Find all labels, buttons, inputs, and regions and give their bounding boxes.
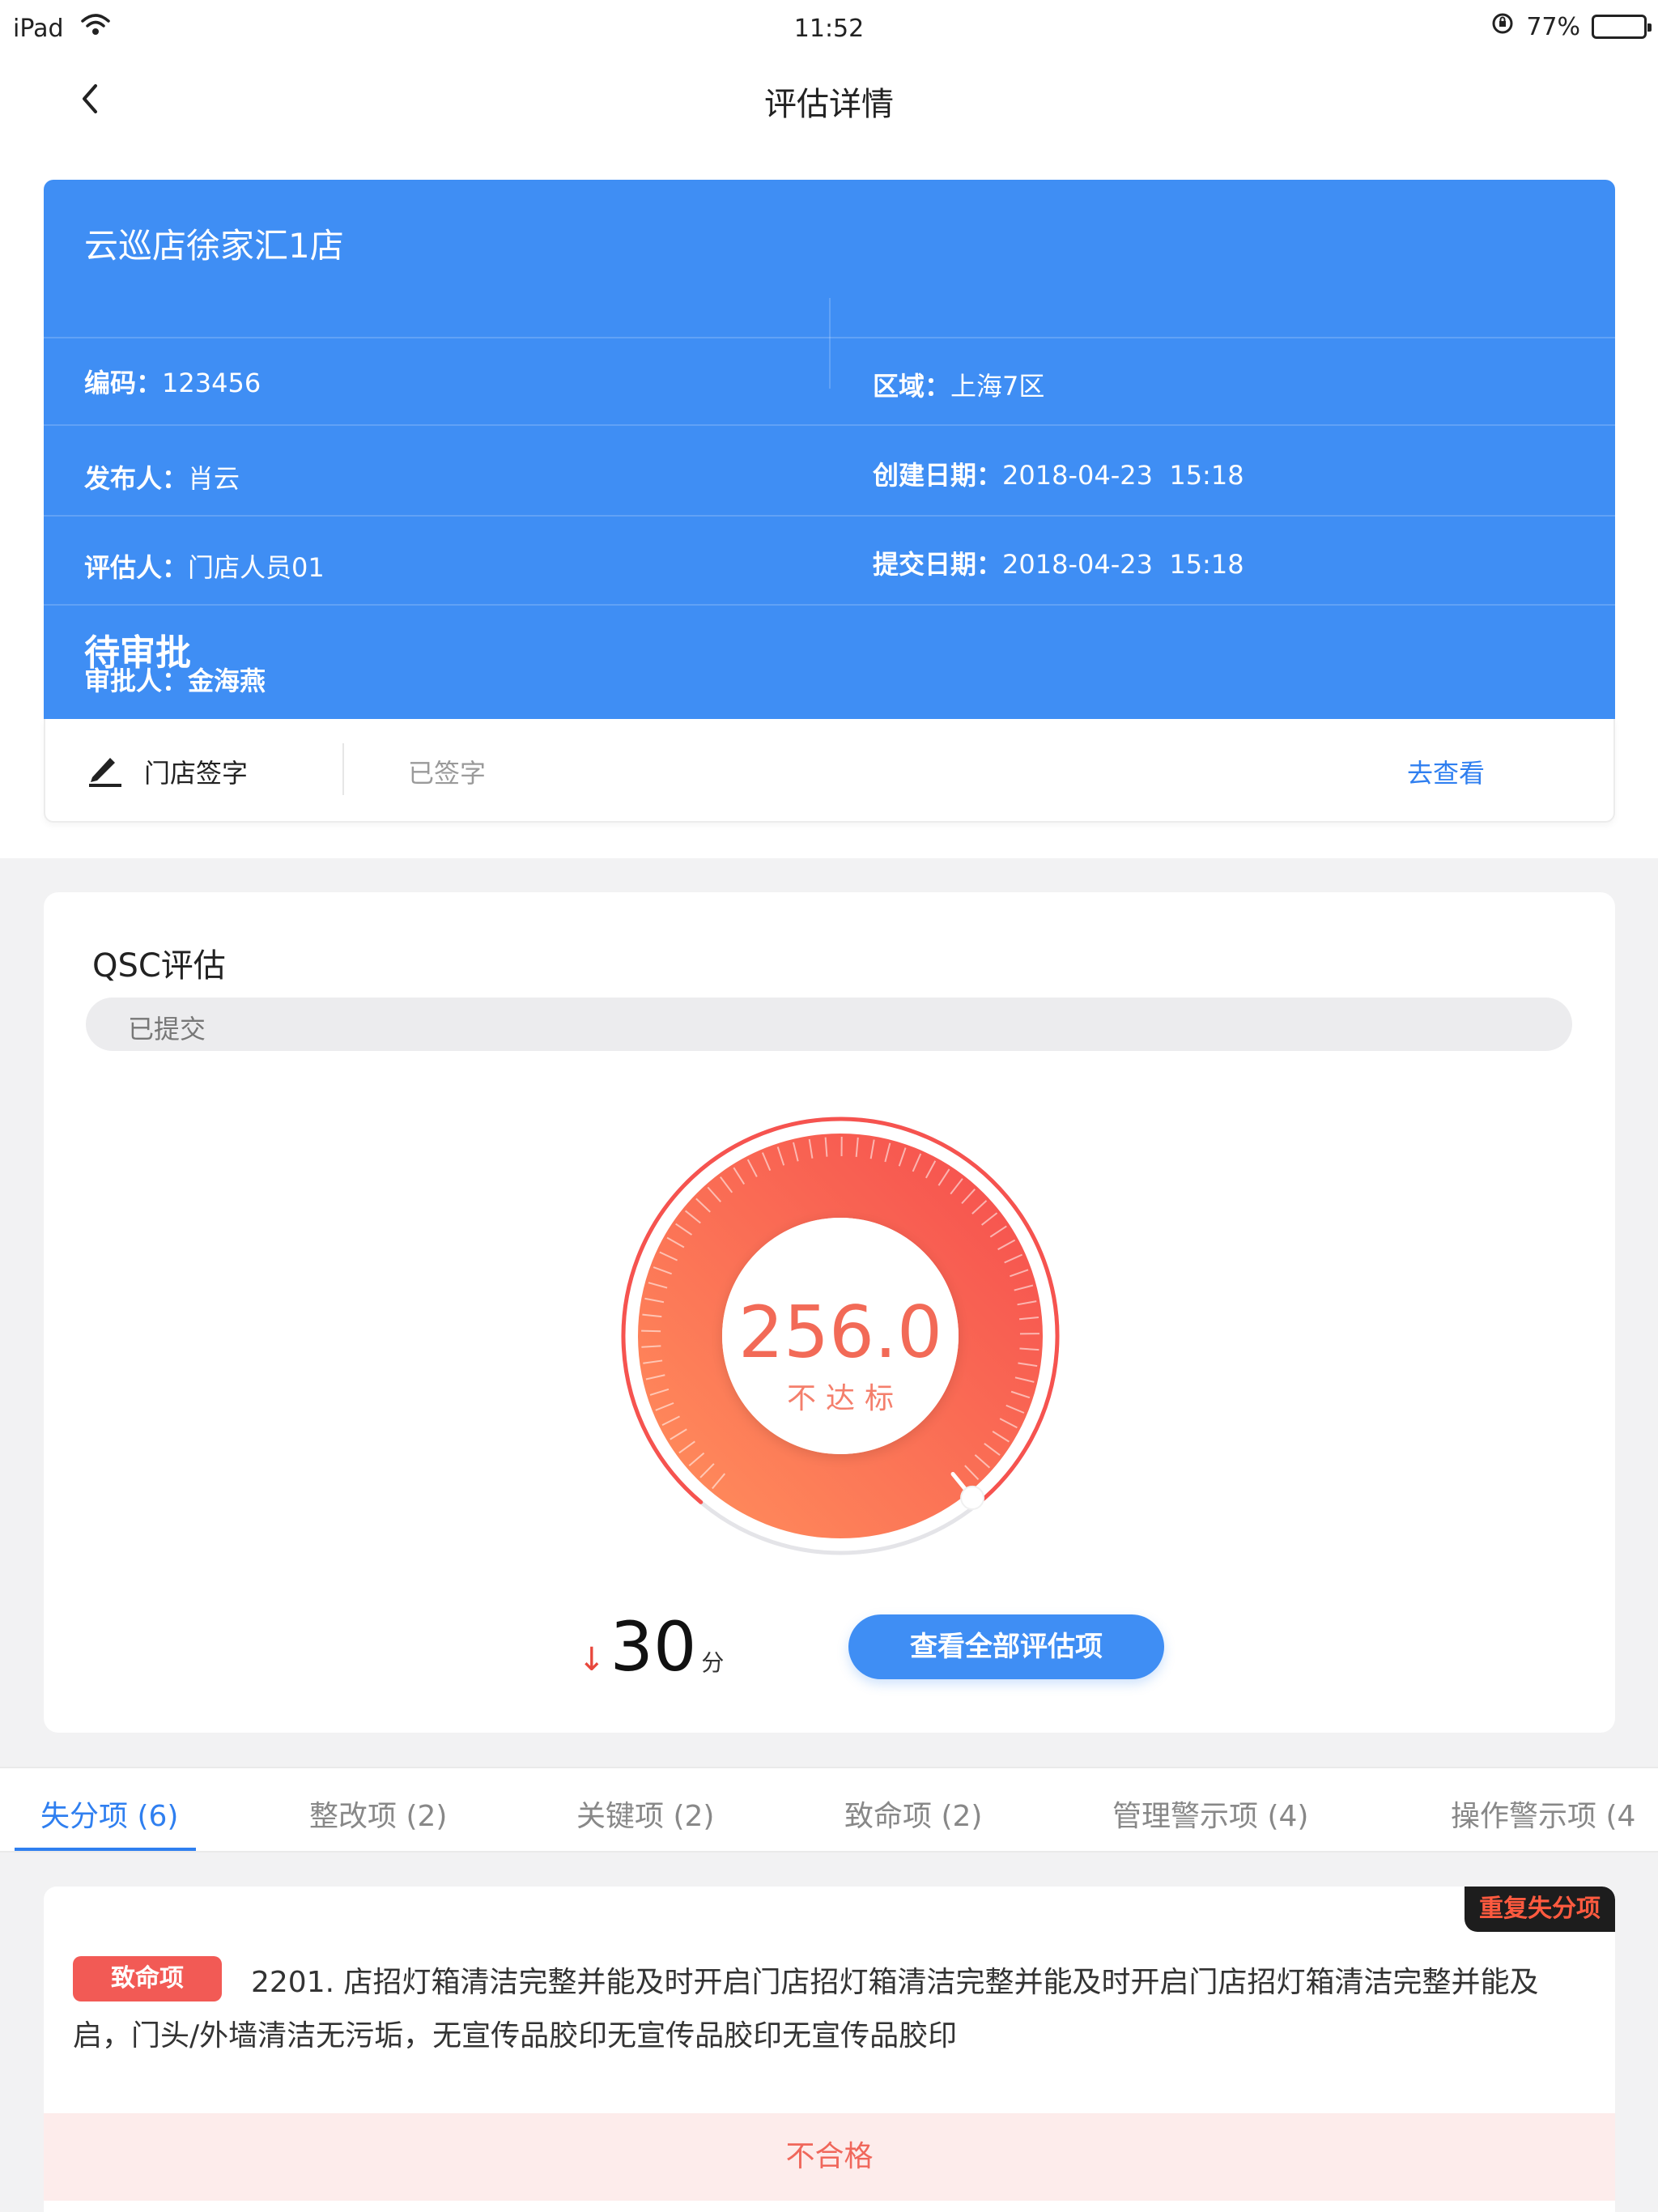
page-title: 评估详情 [764, 86, 894, 123]
tab-operation-warnings[interactable]: 操作警示项 (4 [1451, 1793, 1635, 1835]
category-tabs: 失分项 (6) 整改项 (2) 关键项 (2) 致命项 (2) 管理警示项 (4… [0, 1767, 1658, 1853]
assessor: 评估人：门店人员01 [84, 552, 325, 583]
status-time: 11:52 [793, 15, 865, 43]
score-delta: ↓ 30 分 [578, 1613, 724, 1681]
store-region: 区域：上海7区 [873, 371, 1045, 402]
orientation-lock-icon [1490, 11, 1515, 42]
store-name: 云巡店徐家汇1店 [84, 226, 344, 266]
down-arrow-icon: ↓ [578, 1641, 606, 1678]
store-info-card: 云巡店徐家汇1店 编码：123456 区域：上海7区 发布人：肖云 创建日期：2… [44, 180, 1615, 719]
delta-value: 30 [610, 1607, 697, 1687]
gauge-label: 256.0 不达标 [614, 1297, 1067, 1417]
battery-icon [1592, 15, 1652, 39]
item-result: 不合格 [44, 2113, 1615, 2201]
signature-status: 已签字 [408, 758, 487, 789]
tab-management-warnings[interactable]: 管理警示项 (4) [1112, 1793, 1308, 1835]
gauge-knob [960, 1485, 985, 1510]
delta-unit: 分 [701, 1649, 725, 1676]
view-signature-link[interactable]: 去查看 [1407, 753, 1485, 790]
qsc-verdict: 不达标 [786, 1382, 903, 1415]
signature-row: 门店签字 已签字 去查看 [44, 719, 1615, 823]
created-date: 创建日期：2018-04-23 15:18 [873, 460, 1244, 491]
submitted-date: 提交日期：2018-04-23 15:18 [873, 549, 1244, 580]
repeat-lost-badge: 重复失分项 [1465, 1887, 1615, 1932]
divider [342, 743, 344, 795]
store-code: 编码：123456 [84, 368, 261, 398]
lost-point-item[interactable]: 重复失分项 2201. 店招灯箱清洁完整并能及时开启门店招灯箱清洁完整并能及时开… [44, 1887, 1615, 2212]
approver: 审批人：金海燕 [84, 666, 266, 696]
view-all-items-button[interactable]: 查看全部评估项 [848, 1614, 1164, 1679]
divider [44, 515, 1615, 517]
store-info-section: 云巡店徐家汇1店 编码：123456 区域：上海7区 发布人：肖云 创建日期：2… [0, 139, 1658, 858]
qsc-card: QSC评估 已提交 256.0 不达标 ↓ 30 分 查看全部评估项 [44, 892, 1615, 1733]
tab-lost-points[interactable]: 失分项 (6) [40, 1793, 178, 1835]
divider [829, 298, 831, 389]
qsc-score: 256.0 [738, 1291, 942, 1374]
fatal-tag: 致命项 [73, 1956, 222, 2001]
divider [44, 604, 1615, 606]
divider [44, 424, 1615, 426]
tab-fatal-items[interactable]: 致命项 (2) [844, 1793, 982, 1835]
submission-status: 已提交 [128, 1014, 206, 1044]
qsc-title: QSC评估 [92, 947, 226, 985]
status-bar: iPad 11:52 77% [0, 0, 1658, 58]
nav-bar: 评估详情 [0, 58, 1658, 139]
tab-key-items[interactable]: 关键项 (2) [576, 1793, 714, 1835]
publisher: 发布人：肖云 [84, 463, 240, 494]
signature-label: 门店签字 [144, 758, 249, 789]
submission-status-bar: 已提交 [86, 998, 1572, 1051]
battery-percent: 77% [1526, 12, 1580, 41]
item-description: 2201. 店招灯箱清洁完整并能及时开启门店招灯箱清洁完整并能及时开启门店招灯箱… [73, 1966, 1539, 2052]
tab-underline [15, 1848, 196, 1851]
tab-rectification[interactable]: 整改项 (2) [309, 1793, 447, 1835]
pen-signature-icon [86, 750, 125, 789]
